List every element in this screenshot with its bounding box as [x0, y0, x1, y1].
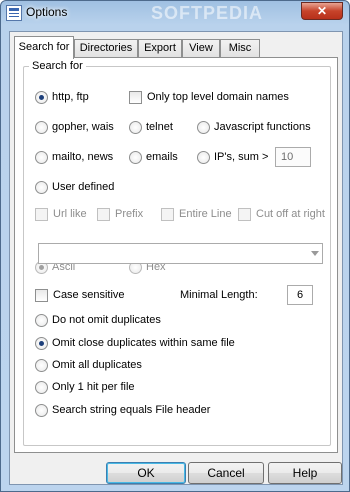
watermark: SOFTPEDIA: [151, 3, 264, 23]
close-button[interactable]: ✕: [301, 2, 343, 20]
radio-indicator[interactable]: [35, 403, 48, 417]
radio-file-header[interactable]: Search string equals File header: [35, 402, 210, 418]
radio-indicator[interactable]: [197, 120, 210, 134]
group-label: Search for: [29, 60, 86, 72]
radio-ips[interactable]: IP's, sum >: [197, 149, 268, 165]
radio-label: mailto, news: [52, 151, 114, 163]
radio-label: Only 1 hit per file: [52, 381, 135, 393]
radio-label: gopher, wais: [52, 121, 114, 133]
radio-http-ftp[interactable]: http, ftp: [35, 89, 89, 105]
radio-mailto-news[interactable]: mailto, news: [35, 149, 113, 165]
chevron-down-icon[interactable]: [311, 251, 319, 256]
options-window: Options SOFTPEDIA ✕ Search for Directori…: [0, 0, 350, 492]
radio-label: IP's, sum >: [214, 151, 269, 163]
radio-label: http, ftp: [52, 91, 89, 103]
radio-indicator[interactable]: [35, 90, 48, 104]
radio-javascript[interactable]: Javascript functions: [197, 119, 311, 135]
help-button[interactable]: Help: [268, 462, 342, 484]
radio-label: Omit all duplicates: [52, 359, 142, 371]
app-icon: [6, 5, 22, 21]
tab-search-for[interactable]: Search for: [14, 36, 74, 59]
checkbox-cut-off-right[interactable]: Cut off at right: [238, 206, 325, 222]
ips-sum-field[interactable]: 10: [275, 147, 311, 167]
dialog-client: Search for Directories Export View Misc …: [9, 31, 343, 485]
checkbox-label: Cut off at right: [256, 208, 325, 220]
checkbox-indicator[interactable]: [35, 288, 48, 302]
radio-label: User defined: [52, 181, 115, 193]
radio-do-not-omit[interactable]: Do not omit duplicates: [35, 312, 161, 328]
radio-indicator[interactable]: [35, 358, 48, 372]
ok-button[interactable]: OK: [106, 462, 186, 484]
radio-label: emails: [146, 151, 178, 163]
tab-misc[interactable]: Misc: [220, 39, 260, 58]
radio-label: telnet: [146, 121, 173, 133]
radio-indicator[interactable]: [129, 120, 142, 134]
checkbox-label: Entire Line: [179, 208, 232, 220]
checkbox-url-like[interactable]: Url like: [35, 206, 87, 222]
checkbox-top-level-domains[interactable]: Only top level domain names: [129, 89, 289, 105]
radio-label: Omit close duplicates within same file: [52, 337, 235, 349]
checkbox-case-sensitive[interactable]: Case sensitive: [35, 287, 125, 303]
checkbox-indicator[interactable]: [129, 90, 142, 104]
cancel-button[interactable]: Cancel: [188, 462, 264, 484]
radio-omit-all[interactable]: Omit all duplicates: [35, 357, 142, 373]
radio-telnet[interactable]: telnet: [129, 119, 173, 135]
radio-emails[interactable]: emails: [129, 149, 178, 165]
checkbox-indicator[interactable]: [161, 207, 174, 221]
checkbox-label: Prefix: [115, 208, 144, 220]
radio-indicator[interactable]: [35, 120, 48, 134]
radio-label: Search string equals File header: [52, 404, 211, 416]
radio-indicator[interactable]: [35, 336, 48, 350]
radio-label: Javascript functions: [214, 121, 311, 133]
radio-indicator[interactable]: [197, 150, 210, 164]
checkbox-indicator[interactable]: [35, 207, 48, 221]
radio-indicator[interactable]: [35, 380, 48, 394]
close-icon: ✕: [316, 4, 328, 18]
radio-user-defined[interactable]: User defined: [35, 179, 114, 195]
checkbox-entire-line[interactable]: Entire Line: [161, 206, 232, 222]
window-title: Options: [26, 5, 68, 19]
radio-indicator[interactable]: [129, 150, 142, 164]
radio-indicator[interactable]: [35, 150, 48, 164]
radio-label: Do not omit duplicates: [52, 314, 161, 326]
radio-indicator[interactable]: [35, 313, 48, 327]
radio-omit-close[interactable]: Omit close duplicates within same file: [35, 335, 235, 351]
checkbox-prefix[interactable]: Prefix: [97, 206, 143, 222]
checkbox-label: Case sensitive: [53, 289, 125, 301]
radio-gopher-wais[interactable]: gopher, wais: [35, 119, 114, 135]
checkbox-indicator[interactable]: [97, 207, 110, 221]
user-defined-combo[interactable]: [38, 243, 323, 264]
checkbox-indicator[interactable]: [238, 207, 251, 221]
checkbox-label: Url like: [53, 208, 87, 220]
tab-view[interactable]: View: [182, 39, 220, 58]
radio-one-hit[interactable]: Only 1 hit per file: [35, 379, 135, 395]
minimal-length-field[interactable]: 6: [287, 285, 313, 305]
radio-indicator[interactable]: [35, 180, 48, 194]
checkbox-label: Only top level domain names: [147, 91, 289, 103]
minimal-length-label: Minimal Length:: [180, 289, 258, 301]
tab-export[interactable]: Export: [138, 39, 182, 58]
title-bar[interactable]: Options SOFTPEDIA ✕: [1, 1, 349, 25]
tab-directories[interactable]: Directories: [74, 39, 138, 58]
